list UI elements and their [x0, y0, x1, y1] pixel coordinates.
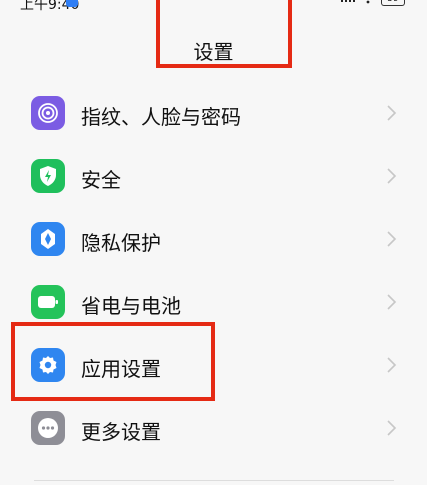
- settings-item-fingerprint-face-password[interactable]: 指纹、人脸与密码: [0, 82, 427, 145]
- wifi-icon: [361, 0, 375, 6]
- fingerprint-icon: [31, 96, 65, 130]
- settings-item-more-settings[interactable]: 更多设置: [0, 397, 427, 460]
- notification-app-icon: [66, 0, 78, 7]
- privacy-icon: [31, 222, 65, 256]
- chevron-right-icon: [387, 420, 397, 436]
- settings-item-label: 安全: [81, 168, 121, 192]
- settings-item-label: 更多设置: [81, 420, 161, 444]
- chevron-right-icon: [387, 231, 397, 247]
- settings-item-privacy[interactable]: 隐私保护: [0, 208, 427, 271]
- settings-item-label: 省电与电池: [81, 294, 181, 318]
- battery-saver-icon: [31, 285, 65, 319]
- title-highlight-box: [156, 0, 292, 68]
- battery-icon: 59: [381, 0, 405, 6]
- app-settings-highlight-box: [11, 322, 215, 401]
- signal-icon: [341, 0, 355, 6]
- chevron-right-icon: [387, 168, 397, 184]
- settings-item-security[interactable]: 安全: [0, 145, 427, 208]
- chevron-right-icon: [387, 357, 397, 373]
- chevron-right-icon: [387, 294, 397, 310]
- divider: [34, 480, 394, 481]
- more-icon: [31, 411, 65, 445]
- settings-list: 指纹、人脸与密码 安全 隐私保护 省电与电池 应用设置 更多设置: [0, 82, 427, 460]
- settings-item-label: 指纹、人脸与密码: [81, 105, 241, 129]
- settings-item-label: 隐私保护: [81, 231, 161, 255]
- chevron-right-icon: [387, 105, 397, 121]
- shield-icon: [31, 159, 65, 193]
- status-indicators: 59: [341, 0, 405, 8]
